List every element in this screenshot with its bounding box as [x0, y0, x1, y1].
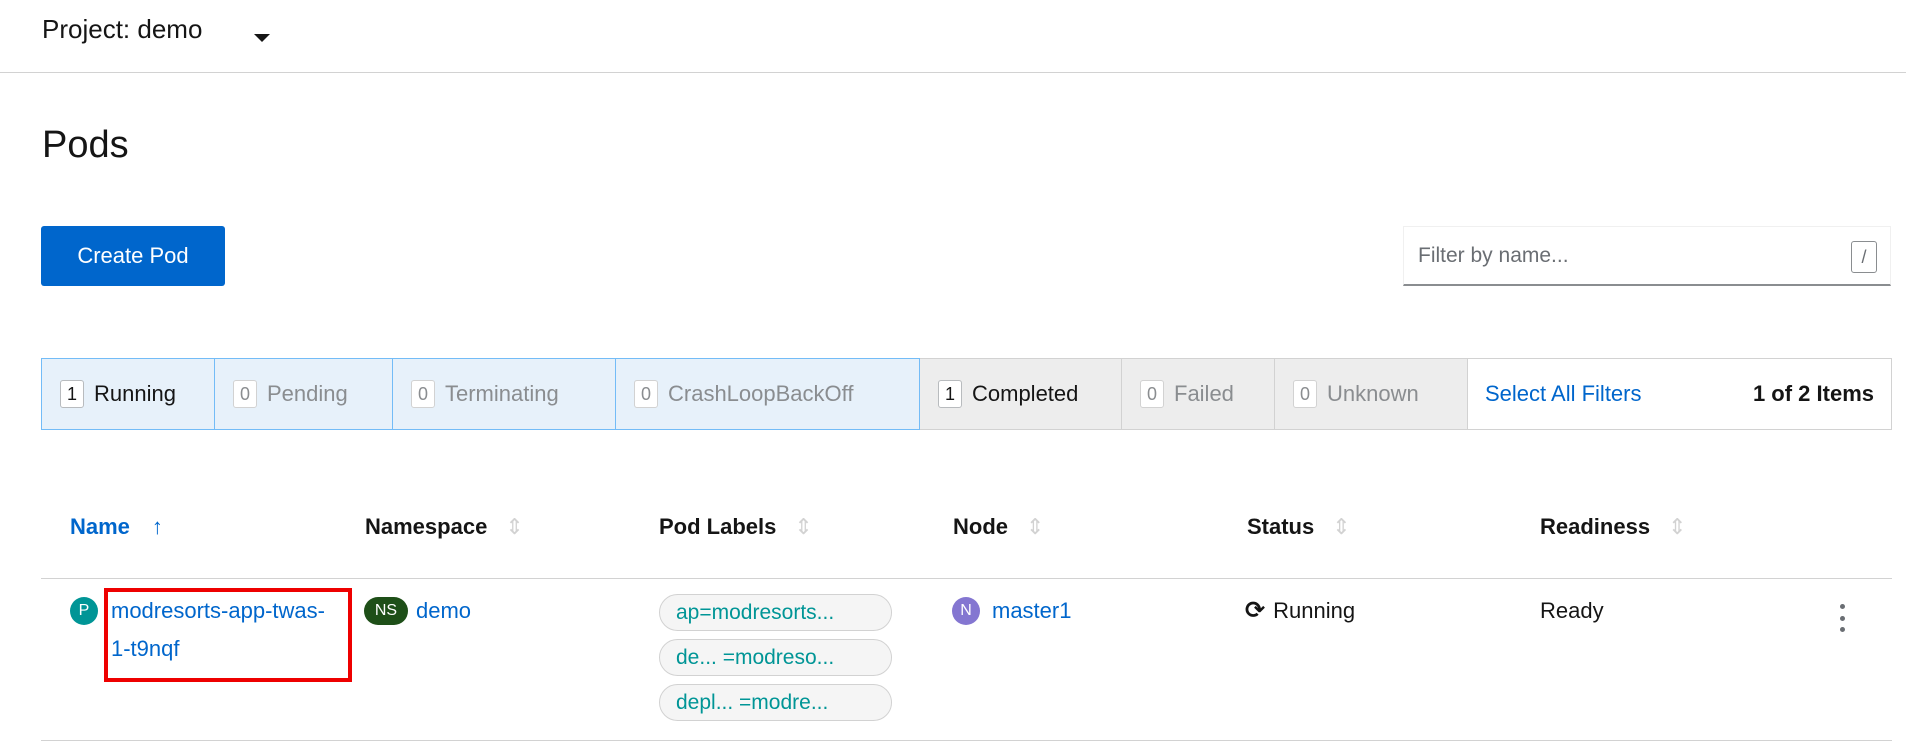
page-title: Pods — [42, 124, 129, 166]
filter-unknown[interactable]: 0 Unknown — [1275, 359, 1468, 429]
select-all-filters-link[interactable]: Select All Filters — [1468, 359, 1744, 429]
kebab-icon[interactable] — [1837, 604, 1847, 632]
kebab-dot — [1839, 604, 1845, 609]
filter-running[interactable]: 1 Running — [41, 358, 215, 430]
highlight-box — [104, 588, 352, 682]
filter-terminating[interactable]: 0 Terminating — [392, 358, 616, 430]
pod-badge-icon: P — [70, 597, 98, 625]
column-header-namespace[interactable]: Namespace ⇕ — [365, 514, 524, 540]
sort-icon: ⇕ — [1668, 514, 1687, 539]
namespace-link[interactable]: demo — [416, 592, 471, 630]
project-bar: Project: demo — [0, 0, 1906, 73]
sort-icon: ⇕ — [794, 514, 813, 539]
node-link[interactable]: master1 — [992, 592, 1071, 630]
filter-by-name-input[interactable] — [1418, 241, 1818, 271]
filter-label: Failed — [1174, 381, 1234, 406]
filter-count: 0 — [233, 380, 257, 408]
pod-label-chip[interactable]: depl... =modre... — [659, 684, 892, 721]
node-badge-icon: N — [952, 597, 980, 625]
pod-label-chip[interactable]: ap=modresorts... — [659, 594, 892, 631]
namespace-badge-icon: NS — [364, 597, 408, 625]
filter-count: 1 — [938, 380, 962, 408]
sort-icon: ⇕ — [1332, 514, 1351, 539]
column-header-label: Status — [1247, 514, 1315, 539]
column-header-status[interactable]: Status ⇕ — [1247, 514, 1351, 540]
column-header-pod-labels[interactable]: Pod Labels ⇕ — [659, 514, 813, 540]
readiness-text: Ready — [1540, 598, 1604, 623]
status-text: Running — [1273, 598, 1356, 623]
filter-label: Pending — [267, 381, 348, 406]
filter-count: 0 — [1140, 380, 1164, 408]
create-pod-button[interactable]: Create Pod — [41, 226, 225, 286]
sync-icon: ⟳ — [1245, 597, 1266, 624]
filter-completed[interactable]: 1 Completed — [920, 359, 1122, 429]
item-count: 1 of 2 Items — [1744, 359, 1891, 429]
column-header-label: Readiness — [1540, 514, 1651, 539]
filter-crashloopbackoff[interactable]: 0 CrashLoopBackOff — [615, 358, 920, 430]
caret-down-icon[interactable] — [254, 34, 270, 42]
filter-box: / — [1403, 226, 1891, 286]
kebab-dot — [1839, 627, 1845, 632]
pod-status: ⟳ Running — [1245, 592, 1355, 630]
status-filter-bar: 1 Running 0 Pending 0 Terminating 0 Cras… — [41, 358, 1892, 430]
column-header-label: Name — [70, 514, 130, 539]
column-header-name[interactable]: Name ↑ — [70, 514, 163, 540]
filter-label: Completed — [972, 381, 1079, 406]
filter-count: 0 — [634, 380, 658, 408]
filter-count: 0 — [1293, 380, 1317, 408]
column-header-readiness[interactable]: Readiness ⇕ — [1540, 514, 1687, 540]
sort-icon: ⇕ — [1026, 514, 1045, 539]
sort-ascending-icon: ↑ — [151, 514, 163, 539]
filter-label: Terminating — [445, 381, 559, 406]
column-header-label: Namespace — [365, 514, 488, 539]
column-header-node[interactable]: Node ⇕ — [953, 514, 1044, 540]
sort-icon: ⇕ — [505, 514, 524, 539]
filter-failed[interactable]: 0 Failed — [1122, 359, 1275, 429]
column-header-label: Node — [953, 514, 1008, 539]
column-header-label: Pod Labels — [659, 514, 777, 539]
table-row-divider — [41, 740, 1892, 741]
filter-count: 0 — [411, 380, 435, 408]
pod-label-chip[interactable]: de... =modreso... — [659, 639, 892, 676]
filter-count: 1 — [60, 380, 84, 408]
filter-label: Running — [94, 381, 176, 406]
filter-label: Unknown — [1327, 381, 1419, 406]
keyboard-shortcut-icon: / — [1851, 241, 1877, 273]
filter-pending[interactable]: 0 Pending — [214, 358, 393, 430]
project-selector-label[interactable]: Project: demo — [42, 14, 202, 45]
filter-label: CrashLoopBackOff — [668, 381, 854, 406]
table-header-divider — [41, 578, 1892, 579]
kebab-dot — [1839, 615, 1845, 621]
